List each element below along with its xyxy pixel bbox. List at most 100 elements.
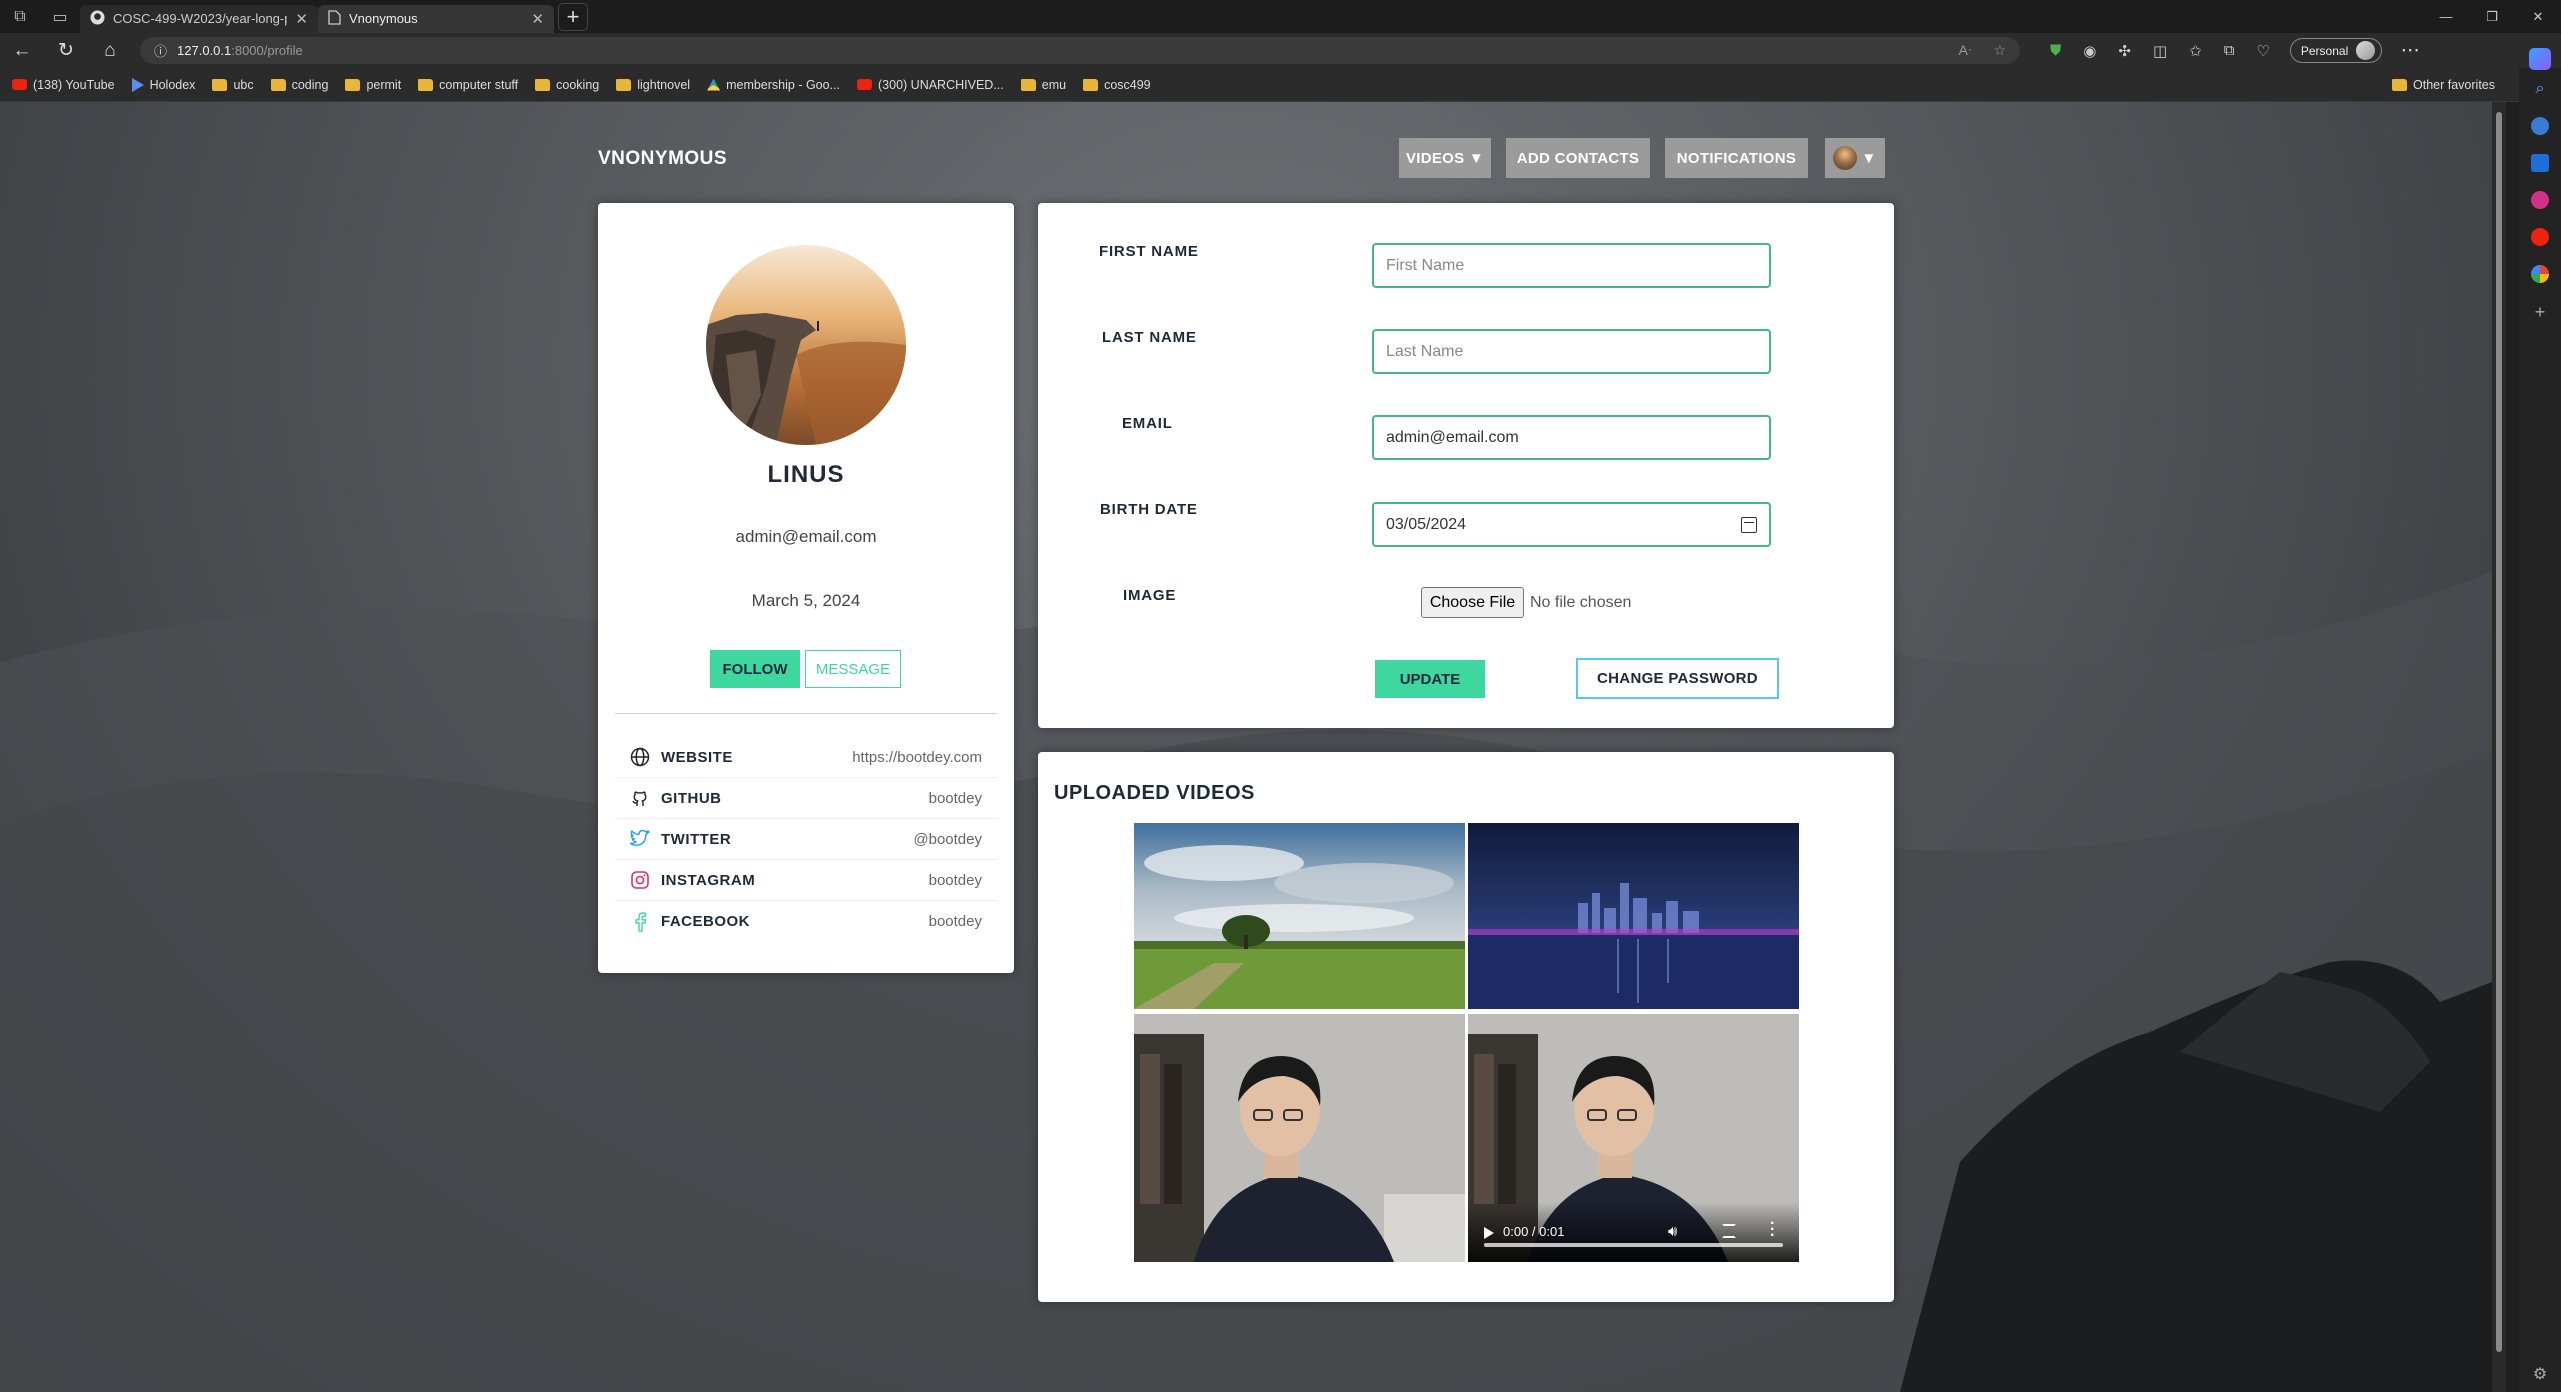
update-button[interactable]: UPDATE (1375, 660, 1485, 698)
discover-icon[interactable] (2531, 117, 2549, 135)
bookmark-folder-cooking[interactable]: cooking (535, 78, 599, 92)
url-host: 127.0.0.1 (177, 43, 232, 58)
favorite-star-icon[interactable]: ☆ (1993, 42, 2006, 59)
url-path: :8000/profile (231, 43, 303, 58)
read-aloud-icon[interactable]: Aᐧ (1959, 42, 1972, 59)
favorites-icon[interactable]: ✩ (2189, 42, 2202, 60)
bookmark-folder-emu[interactable]: emu (1020, 77, 1067, 92)
social-row-facebook[interactable]: FACEBOOK bootdey (615, 901, 997, 942)
google-icon[interactable] (2531, 265, 2549, 283)
tab-close-icon[interactable]: ✕ (295, 10, 308, 28)
fullscreen-icon[interactable] (1722, 1224, 1736, 1238)
first-name-input[interactable] (1372, 243, 1771, 288)
browser-tab-vnonymous[interactable]: Vnonymous ✕ (318, 4, 554, 33)
copilot-icon[interactable] (2529, 48, 2551, 70)
page-scrollbar[interactable] (2492, 102, 2506, 1392)
last-name-input[interactable] (1372, 329, 1771, 374)
nav-videos-dropdown[interactable]: VIDEOS ▼ (1399, 138, 1491, 178)
close-window-icon[interactable]: ✕ (2515, 0, 2561, 33)
home-icon[interactable]: ⌂ (88, 33, 132, 68)
social-row-github[interactable]: GITHUB bootdey (615, 778, 997, 819)
bookmark-folder-ubc[interactable]: ubc (212, 78, 254, 92)
birth-date-input[interactable]: 03/05/2024 (1372, 502, 1771, 547)
sidebar-settings-icon[interactable]: ⚙ (2533, 1364, 2547, 1384)
social-row-twitter[interactable]: TWITTER @bootdey (615, 819, 997, 860)
browser-essentials-icon[interactable]: ♡ (2256, 42, 2269, 60)
social-label: FACEBOOK (661, 913, 751, 930)
workspaces-icon[interactable]: ⧉ (0, 0, 40, 33)
nav-user-menu[interactable]: ▼ (1825, 138, 1885, 178)
profile-email: admin@email.com (735, 527, 877, 546)
bookmark-holodex[interactable]: Holodex (131, 77, 195, 92)
site-brand-logo[interactable]: VNONYMOUS (598, 148, 727, 170)
bookmark-folder-cosc499[interactable]: cosc499 (1083, 78, 1151, 92)
video-thumbnail-person[interactable] (1134, 1014, 1465, 1262)
youtube-sidebar-icon[interactable] (2531, 228, 2549, 246)
split-screen-icon[interactable]: ◫ (2153, 42, 2167, 60)
folder-icon (535, 78, 551, 91)
social-value[interactable]: bootdey (929, 790, 982, 807)
bookmark-youtube[interactable]: (138) YouTube (12, 78, 115, 92)
play-icon[interactable] (1484, 1227, 1494, 1239)
video-thumbnail-landscape[interactable] (1134, 823, 1465, 1009)
change-password-button[interactable]: CHANGE PASSWORD (1576, 658, 1779, 699)
profile-edit-form: FIRST NAME LAST NAME EMAIL BIRTH DATE 03… (1038, 203, 1894, 728)
volume-icon[interactable]: 🔊︎ (1668, 1223, 1677, 1240)
video-progress-bar[interactable] (1484, 1243, 1783, 1247)
minimize-icon[interactable]: — (2423, 0, 2469, 33)
add-sidebar-app-icon[interactable]: + (2535, 302, 2546, 323)
new-tab-button[interactable]: + (558, 2, 588, 31)
shopping-icon[interactable] (2531, 191, 2549, 209)
bookmark-folder-lightnovel[interactable]: lightnovel (616, 78, 690, 92)
more-menu-icon[interactable]: ⋯ (2388, 33, 2432, 68)
email-input[interactable] (1372, 415, 1771, 460)
bookmark-unarchived[interactable]: (300) UNARCHIVED... (857, 78, 1004, 92)
bookmark-other-favorites[interactable]: Other favorites (2392, 78, 2495, 92)
bookmark-label: permit (366, 77, 402, 92)
social-value[interactable]: bootdey (929, 872, 982, 889)
collections-icon[interactable]: ⧉ (2224, 42, 2235, 59)
calendar-icon[interactable] (1741, 516, 1757, 533)
social-row-instagram[interactable]: INSTAGRAM bootdey (615, 860, 997, 901)
site-info-icon[interactable]: ⓘ (154, 41, 167, 60)
address-bar[interactable]: ⓘ 127.0.0.1 :8000/profile Aᐧ ☆ (140, 37, 2020, 64)
puzzle-extension-icon[interactable]: ✣ (2118, 42, 2131, 60)
social-value[interactable]: @bootdey (913, 831, 982, 848)
bookmark-membership[interactable]: membership - Goo... (707, 78, 840, 92)
bookmark-folder-permit[interactable]: permit (345, 78, 401, 92)
restore-icon[interactable]: ❐ (2469, 0, 2515, 33)
back-icon[interactable]: ← (0, 33, 44, 68)
bookmark-folder-computer-stuff[interactable]: computer stuff (418, 78, 518, 92)
social-value[interactable]: https://bootdey.com (852, 749, 982, 766)
social-row-website[interactable]: WEBSITE https://bootdey.com (615, 737, 997, 778)
tab-close-icon[interactable]: ✕ (531, 10, 544, 28)
mask-extension-icon[interactable]: ◉ (2083, 42, 2096, 60)
outlook-icon[interactable] (2531, 154, 2549, 172)
profile-button[interactable]: Personal (2289, 38, 2383, 63)
choose-file-button[interactable]: Choose File (1421, 587, 1524, 618)
email-label: EMAIL (1122, 415, 1173, 432)
search-icon[interactable]: ⌕ (2536, 80, 2545, 98)
bookmark-folder-coding[interactable]: coding (270, 77, 329, 92)
bookmark-label: cooking (556, 77, 600, 92)
uploaded-videos-title: UPLOADED VIDEOS (1054, 782, 1255, 804)
browser-tab-github[interactable]: COSC-499-W2023/year-long-pr ✕ (80, 4, 318, 33)
message-button[interactable]: MESSAGE (805, 650, 901, 688)
bookmark-label: (300) UNARCHIVED... (878, 77, 1004, 92)
profile-label: Personal (2300, 43, 2349, 58)
nav-add-contacts[interactable]: ADD CONTACTS (1506, 138, 1650, 178)
bookmark-label: emu (1041, 77, 1067, 92)
social-label: GITHUB (661, 789, 722, 807)
video-thumbnail-night-city[interactable] (1468, 823, 1799, 1009)
shield-extension-icon[interactable]: ⛊ (2050, 42, 2061, 59)
scrollbar-thumb[interactable] (2496, 112, 2502, 1352)
refresh-icon[interactable]: ↻ (44, 33, 88, 68)
bookmarks-bar: (138) YouTube Holodex ubc coding permit … (0, 68, 2561, 102)
video-player[interactable]: 0:00 / 0:01 🔊︎ · · · (1468, 1014, 1799, 1262)
social-value[interactable]: bootdey (929, 913, 982, 930)
follow-button[interactable]: FOLLOW (710, 650, 800, 688)
bookmark-label: coding (291, 77, 329, 92)
more-options-icon[interactable]: · · · (1770, 1216, 1775, 1244)
nav-notifications[interactable]: NOTIFICATIONS (1665, 138, 1808, 178)
tab-actions-icon[interactable]: ▭ (40, 0, 80, 33)
